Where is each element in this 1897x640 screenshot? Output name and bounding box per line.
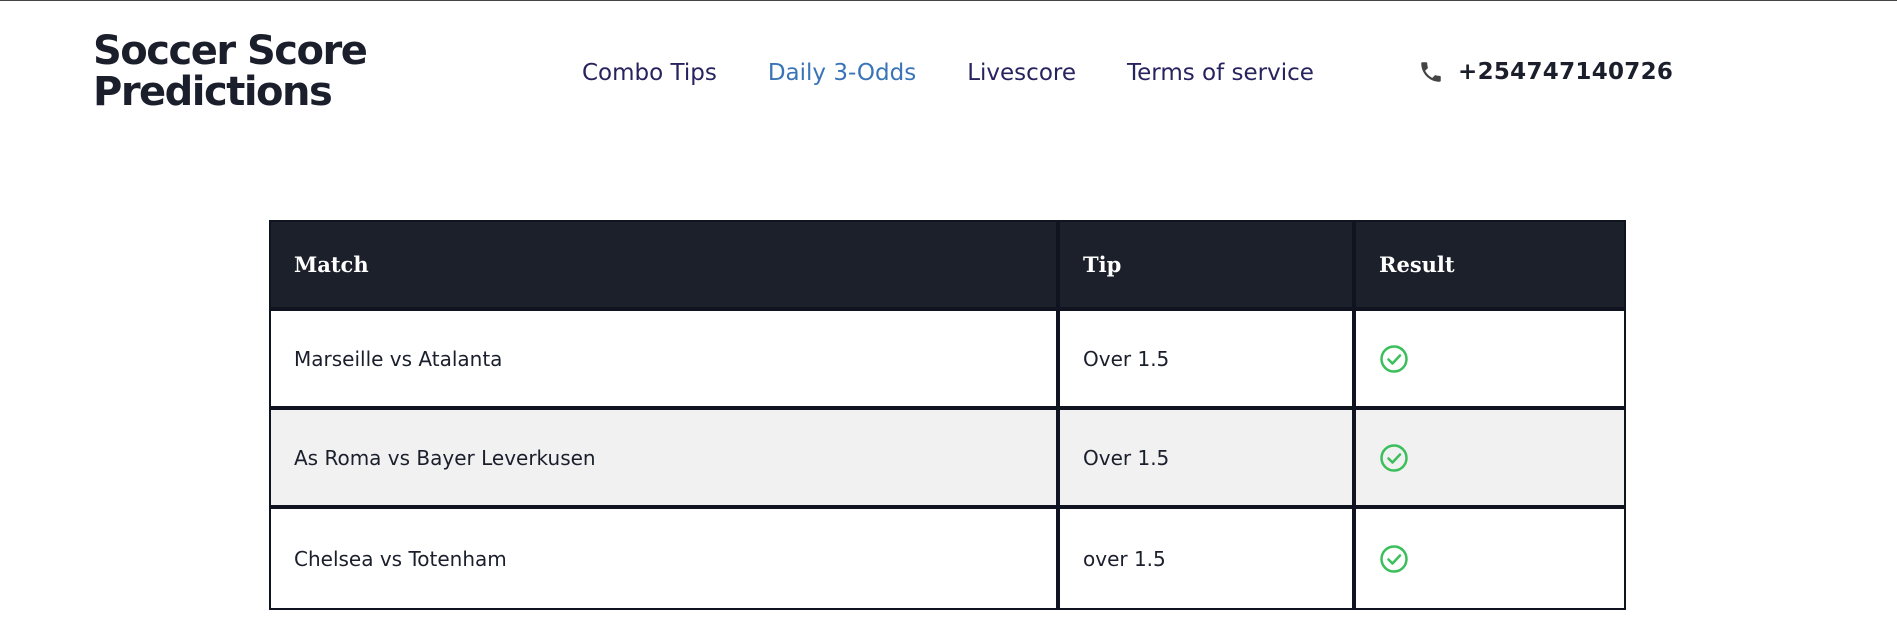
site-logo[interactable]: Soccer Score Predictions [93, 31, 393, 113]
tip-cell: Over 1.5 [1060, 410, 1356, 509]
column-header-tip: Tip [1060, 222, 1356, 311]
predictions-table: Match Tip Result Marseille vs Atalanta O… [269, 220, 1626, 610]
check-circle-icon [1380, 544, 1408, 573]
check-circle-icon [1380, 443, 1408, 472]
result-cell [1356, 509, 1624, 608]
nav-item-combo-tips[interactable]: Combo Tips [582, 60, 717, 86]
tip-cell: over 1.5 [1060, 509, 1356, 608]
nav-item-livescore[interactable]: Livescore [967, 60, 1076, 86]
phone-number: +254747140726 [1458, 59, 1674, 85]
table-row: Marseille vs Atalanta Over 1.5 [271, 311, 1624, 410]
column-header-match: Match [271, 222, 1060, 311]
nav-item-terms-of-service[interactable]: Terms of service [1127, 60, 1314, 86]
column-header-result: Result [1356, 222, 1624, 311]
table-row: As Roma vs Bayer Leverkusen Over 1.5 [271, 410, 1624, 509]
nav-item-daily-3-odds[interactable]: Daily 3-Odds [768, 60, 916, 86]
tip-cell: Over 1.5 [1060, 311, 1356, 410]
table-header-row: Match Tip Result [271, 222, 1624, 311]
table-row: Chelsea vs Totenham over 1.5 [271, 509, 1624, 608]
result-cell [1356, 311, 1624, 410]
logo-line-2: Predictions [93, 69, 333, 115]
match-cell: Chelsea vs Totenham [271, 509, 1060, 608]
result-cell [1356, 410, 1624, 509]
main-nav: Combo Tips Daily 3-Odds Livescore Terms … [582, 57, 1365, 89]
match-cell: As Roma vs Bayer Leverkusen [271, 410, 1060, 509]
match-cell: Marseille vs Atalanta [271, 311, 1060, 410]
logo-line-1: Soccer Score [93, 28, 368, 74]
phone-contact[interactable]: +254747140726 [1418, 56, 1673, 88]
check-circle-icon [1380, 344, 1408, 373]
phone-icon [1421, 62, 1441, 82]
